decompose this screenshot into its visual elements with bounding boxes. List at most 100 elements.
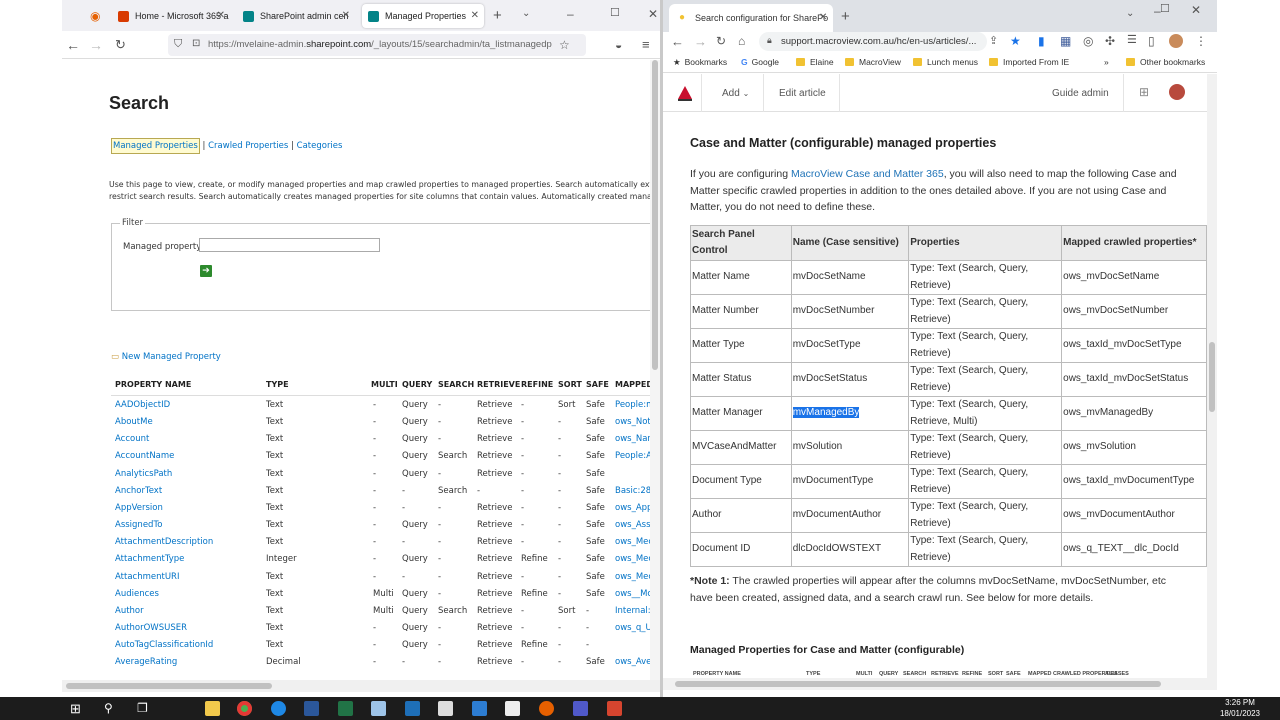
property-name-link[interactable]: AccountName bbox=[115, 451, 174, 461]
edge-icon[interactable] bbox=[271, 701, 286, 716]
mapped-property-link[interactable]: Internal: bbox=[615, 606, 650, 616]
managed-property-filter-input[interactable] bbox=[199, 238, 380, 252]
forward-icon[interactable]: → bbox=[694, 35, 707, 48]
firefox-icon[interactable] bbox=[539, 701, 554, 716]
mapped-property-link[interactable]: ows_q_U bbox=[615, 623, 650, 633]
vertical-scrollbar[interactable] bbox=[650, 60, 660, 680]
teams-icon[interactable] bbox=[573, 701, 588, 716]
maximize-icon[interactable]: ☐ bbox=[1160, 4, 1170, 15]
bookmark-item[interactable]: Lunch menus bbox=[913, 57, 978, 67]
property-name-link[interactable]: AttachmentType bbox=[115, 554, 184, 564]
shield-icon[interactable]: ⛉ bbox=[174, 39, 182, 50]
extension-icon[interactable]: ▦ bbox=[1060, 35, 1071, 47]
case-and-matter-link[interactable]: MacroView Case and Matter 365 bbox=[791, 168, 944, 180]
profile-avatar-icon[interactable] bbox=[1169, 34, 1183, 48]
sidebar-icon[interactable]: ▯ bbox=[1148, 35, 1155, 47]
col-header[interactable]: MAPPED bbox=[615, 380, 650, 389]
file-explorer-icon[interactable] bbox=[205, 701, 220, 716]
more-bookmarks-icon[interactable]: » bbox=[1104, 57, 1109, 67]
property-name-link[interactable]: AADObjectID bbox=[115, 400, 170, 410]
windows-start-icon[interactable]: ⊞ bbox=[70, 701, 85, 716]
close-window-icon[interactable]: ✕ bbox=[1191, 4, 1201, 16]
remote-desktop-icon[interactable] bbox=[405, 701, 420, 716]
address-bar[interactable]: ⛉ ⊡ https://mvelaine-admin.sharepoint.co… bbox=[168, 34, 586, 56]
lock-icon[interactable]: ⊡ bbox=[192, 39, 200, 49]
reading-list-icon[interactable]: ☰ bbox=[1127, 35, 1137, 46]
property-name-link[interactable]: Audiences bbox=[115, 589, 159, 599]
mapped-property-link[interactable]: ows_App bbox=[615, 503, 650, 513]
mapped-property-link[interactable]: ows__Mc bbox=[615, 589, 650, 599]
col-header[interactable]: QUERY bbox=[402, 380, 432, 389]
task-view-icon[interactable]: ❐ bbox=[137, 701, 152, 716]
extension-icon[interactable]: ◎ bbox=[1083, 35, 1093, 47]
guide-admin-link[interactable]: Guide admin bbox=[1052, 88, 1109, 99]
scroll-thumb[interactable] bbox=[675, 681, 1161, 687]
horizontal-scrollbar[interactable] bbox=[663, 678, 1217, 690]
property-name-link[interactable]: AnalyticsPath bbox=[115, 469, 172, 479]
property-name-link[interactable]: AutoTagClassificationId bbox=[115, 640, 213, 650]
lock-icon[interactable]: 🔒︎ bbox=[767, 36, 772, 45]
share-icon[interactable]: ⇪ bbox=[989, 36, 998, 47]
link-crawled-properties[interactable]: Crawled Properties bbox=[208, 141, 288, 151]
bookmark-item[interactable]: MacroView bbox=[845, 57, 901, 67]
col-header[interactable]: MULTI bbox=[371, 380, 398, 389]
bookmark-item[interactable]: G Google bbox=[741, 57, 779, 67]
close-icon[interactable]: ✕ bbox=[342, 10, 350, 21]
minimize-icon[interactable]: – bbox=[567, 8, 574, 20]
mapped-property-link[interactable]: ows_Mec bbox=[615, 537, 650, 547]
notepad-icon[interactable] bbox=[371, 701, 386, 716]
close-icon[interactable]: ✕ bbox=[217, 10, 225, 21]
col-header[interactable]: SAFE bbox=[586, 380, 609, 389]
app-icon[interactable] bbox=[607, 701, 622, 716]
tab-search-configuration[interactable]: ● Search configuration for SharePo ✕ bbox=[669, 4, 833, 32]
puzzle-icon[interactable]: ✣ bbox=[1105, 35, 1115, 47]
new-tab-icon[interactable]: + bbox=[493, 8, 502, 23]
tab-home-m365[interactable]: Home - Microsoft 365 a ✕ bbox=[112, 4, 230, 28]
chevron-down-icon[interactable]: ⌄ bbox=[1126, 9, 1134, 19]
pocket-icon[interactable]: ◒ bbox=[615, 39, 622, 51]
property-name-link[interactable]: AppVersion bbox=[115, 503, 163, 513]
bookmark-star-icon[interactable]: ☆ bbox=[559, 39, 570, 51]
close-icon[interactable]: ✕ bbox=[471, 10, 479, 21]
forward-icon[interactable]: → bbox=[89, 38, 103, 52]
link-managed-properties[interactable]: Managed Properties bbox=[111, 138, 200, 154]
vertical-scrollbar[interactable] bbox=[1207, 74, 1217, 678]
maximize-icon[interactable]: ☐ bbox=[610, 8, 620, 19]
back-icon[interactable]: ← bbox=[66, 38, 80, 52]
tab-sharepoint-admin[interactable]: SharePoint admin cen ✕ bbox=[237, 4, 355, 28]
link-categories[interactable]: Categories bbox=[297, 141, 343, 151]
home-icon[interactable]: ⌂ bbox=[738, 35, 745, 47]
bookmark-item[interactable]: Elaine bbox=[796, 57, 834, 67]
property-name-link[interactable]: AnchorText bbox=[115, 486, 162, 496]
property-name-link[interactable]: AssignedTo bbox=[115, 520, 162, 530]
scroll-thumb[interactable] bbox=[652, 60, 658, 370]
col-header[interactable]: REFINE bbox=[521, 380, 553, 389]
mapped-property-link[interactable]: ows_Mec bbox=[615, 572, 650, 582]
chrome-icon[interactable] bbox=[237, 701, 252, 716]
mapped-property-link[interactable]: ows_Ave bbox=[615, 657, 650, 667]
reload-icon[interactable]: ↻ bbox=[115, 38, 126, 51]
macroview-logo-icon[interactable] bbox=[677, 85, 693, 101]
calculator-icon[interactable] bbox=[505, 701, 520, 716]
mapped-property-link[interactable]: ows_Mec bbox=[615, 554, 650, 564]
property-name-link[interactable]: AuthorOWSUSER bbox=[115, 623, 187, 633]
system-clock[interactable]: 3:26 PM 18/01/2023 bbox=[1220, 697, 1260, 719]
close-window-icon[interactable]: ✕ bbox=[648, 8, 658, 20]
scroll-thumb[interactable] bbox=[1209, 342, 1215, 412]
tab-managed-properties[interactable]: Managed Properties ✕ bbox=[362, 4, 484, 28]
col-header[interactable]: TYPE bbox=[266, 380, 289, 389]
mapped-property-link[interactable]: People:m bbox=[615, 400, 650, 410]
new-tab-icon[interactable]: + bbox=[841, 9, 850, 24]
col-header[interactable]: RETRIEVE bbox=[477, 380, 520, 389]
horizontal-scrollbar[interactable] bbox=[62, 680, 660, 692]
scroll-thumb[interactable] bbox=[66, 683, 272, 689]
property-name-link[interactable]: AttachmentDescription bbox=[115, 537, 213, 547]
mapped-property-link[interactable]: ows_Not bbox=[615, 417, 650, 427]
paint-icon[interactable] bbox=[438, 701, 453, 716]
menu-icon[interactable]: ≡ bbox=[642, 38, 650, 51]
col-header[interactable]: SEARCH bbox=[438, 380, 474, 389]
menu-icon[interactable]: ⋮ bbox=[1195, 35, 1207, 47]
reload-icon[interactable]: ↻ bbox=[716, 35, 726, 47]
property-name-link[interactable]: Account bbox=[115, 434, 149, 444]
property-name-link[interactable]: AverageRating bbox=[115, 657, 177, 667]
